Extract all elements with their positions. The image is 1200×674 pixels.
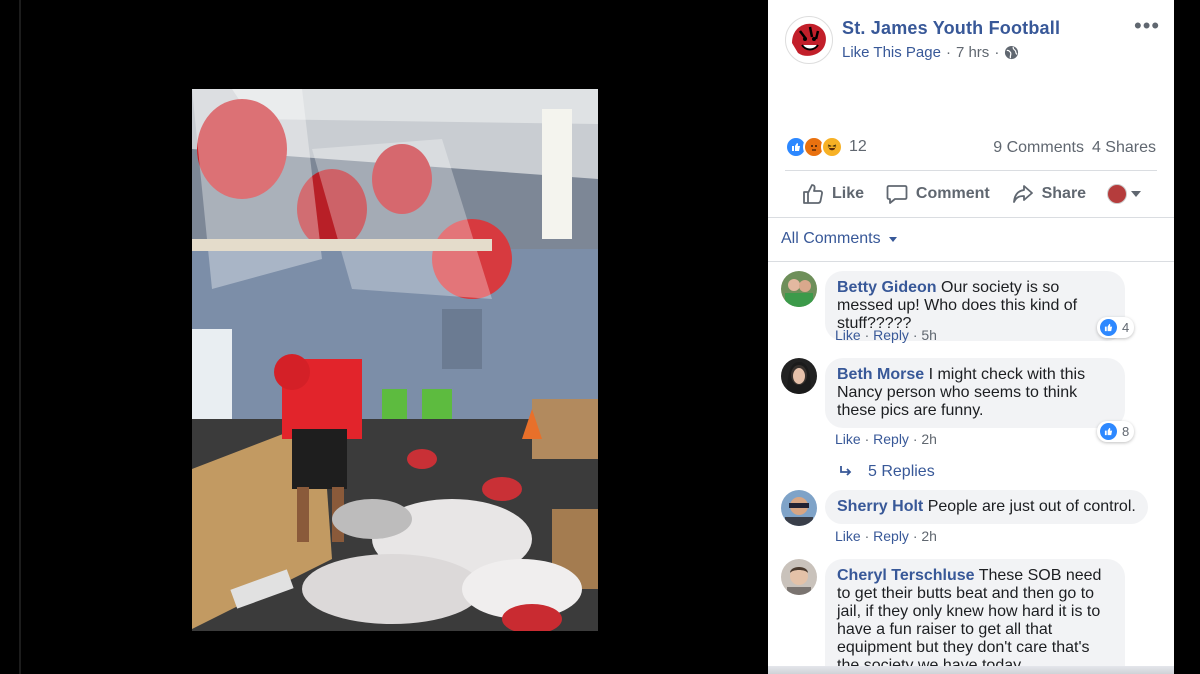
thumbs-up-icon — [803, 184, 823, 204]
view-replies-link[interactable]: 5 Replies — [838, 463, 935, 481]
reply-arrow-icon — [840, 466, 852, 476]
comment-author[interactable]: Cheryl Terschluse — [837, 567, 975, 584]
comments-count-link[interactable]: 9 Comments — [993, 139, 1084, 157]
chevron-down-icon — [888, 236, 897, 242]
shares-count-link[interactable]: 4 Shares — [1092, 139, 1156, 157]
comment-reaction-badge[interactable]: 8 — [1097, 421, 1135, 442]
page-name-link[interactable]: St. James Youth Football — [842, 18, 1060, 39]
reaction-summary[interactable]: 12 — [785, 136, 867, 158]
comment-reply-link[interactable]: Reply — [873, 431, 909, 447]
avatar[interactable] — [781, 271, 817, 307]
comment-time[interactable]: 5h — [921, 327, 937, 343]
haha-reaction-icon — [821, 136, 843, 158]
divider — [768, 261, 1174, 262]
identity-switcher[interactable] — [1106, 184, 1141, 204]
avatar[interactable] — [781, 559, 817, 595]
viewer-left-edge — [19, 0, 21, 674]
post-time[interactable]: 7 hrs — [956, 44, 989, 61]
identity-avatar — [1106, 184, 1127, 204]
comment-bubble: Sherry Holt People are just out of contr… — [825, 490, 1148, 524]
divider — [785, 170, 1157, 171]
comment-author[interactable]: Betty Gideon — [837, 279, 937, 296]
comment-like-link[interactable]: Like — [835, 327, 861, 343]
replies-label: 5 Replies — [868, 463, 935, 480]
comment-like-link[interactable]: Like — [835, 431, 861, 447]
comment-button[interactable]: Comment — [885, 182, 990, 206]
comment-reply-link[interactable]: Reply — [873, 528, 909, 544]
post-photo-image — [192, 89, 598, 631]
post-panel: St. James Youth Football Like This Page … — [768, 0, 1174, 674]
like-button-label: Like — [832, 185, 865, 202]
comment-time[interactable]: 2h — [921, 431, 937, 447]
more-options-icon[interactable]: ••• — [1134, 15, 1160, 37]
post-meta: Like This Page · 7 hrs · — [842, 44, 1019, 61]
comment-filter-label: All Comments — [781, 230, 881, 247]
like-button[interactable]: Like — [801, 182, 864, 206]
comment-bubble: Cheryl Terschluse These SOB need to get … — [825, 559, 1125, 674]
meta-separator: · — [994, 44, 1000, 61]
meta-separator: · — [945, 44, 951, 61]
comment-bubble: Beth Morse I might check with this Nancy… — [825, 358, 1125, 428]
comment-reaction-count: 8 — [1122, 424, 1130, 439]
comment-text: People are just out of control. — [927, 498, 1136, 515]
viewer-right-edge — [1180, 0, 1200, 674]
like-reaction-icon — [1100, 319, 1117, 336]
like-page-link[interactable]: Like This Page — [842, 44, 941, 61]
comment-meta: Like · Reply · 2h — [835, 431, 937, 447]
comment-icon — [886, 185, 908, 204]
avatar[interactable] — [781, 490, 817, 526]
comment-author[interactable]: Beth Morse — [837, 366, 924, 383]
comment-like-link[interactable]: Like — [835, 528, 861, 544]
share-button-label: Share — [1041, 185, 1087, 202]
action-bar: Like Comment Share — [785, 176, 1157, 212]
comment-reaction-count: 4 — [1122, 320, 1130, 335]
comment-button-label: Comment — [915, 185, 990, 202]
post-photo[interactable] — [192, 89, 598, 631]
tiger-logo-icon — [787, 18, 831, 62]
comment-reply-link[interactable]: Reply — [873, 327, 909, 343]
comment-filter-dropdown[interactable]: All Comments — [781, 230, 897, 248]
divider — [768, 217, 1174, 218]
avatar[interactable] — [781, 358, 817, 394]
comment-meta: Like · Reply · 5h — [835, 327, 937, 343]
chevron-down-icon — [1130, 191, 1141, 197]
share-icon — [1012, 185, 1033, 203]
comment-meta: Like · Reply · 2h — [835, 528, 937, 544]
reaction-count: 12 — [849, 138, 867, 155]
share-button[interactable]: Share — [1011, 182, 1086, 206]
comment-author[interactable]: Sherry Holt — [837, 498, 923, 515]
globe-icon — [1005, 45, 1019, 60]
page-avatar[interactable] — [785, 16, 833, 64]
like-reaction-icon — [1100, 423, 1117, 440]
comment-time[interactable]: 2h — [921, 528, 937, 544]
engagement-counts: 9 Comments 4 Shares — [993, 139, 1156, 157]
panel-bottom-edge — [768, 666, 1174, 674]
comment-reaction-badge[interactable]: 4 — [1097, 317, 1135, 338]
